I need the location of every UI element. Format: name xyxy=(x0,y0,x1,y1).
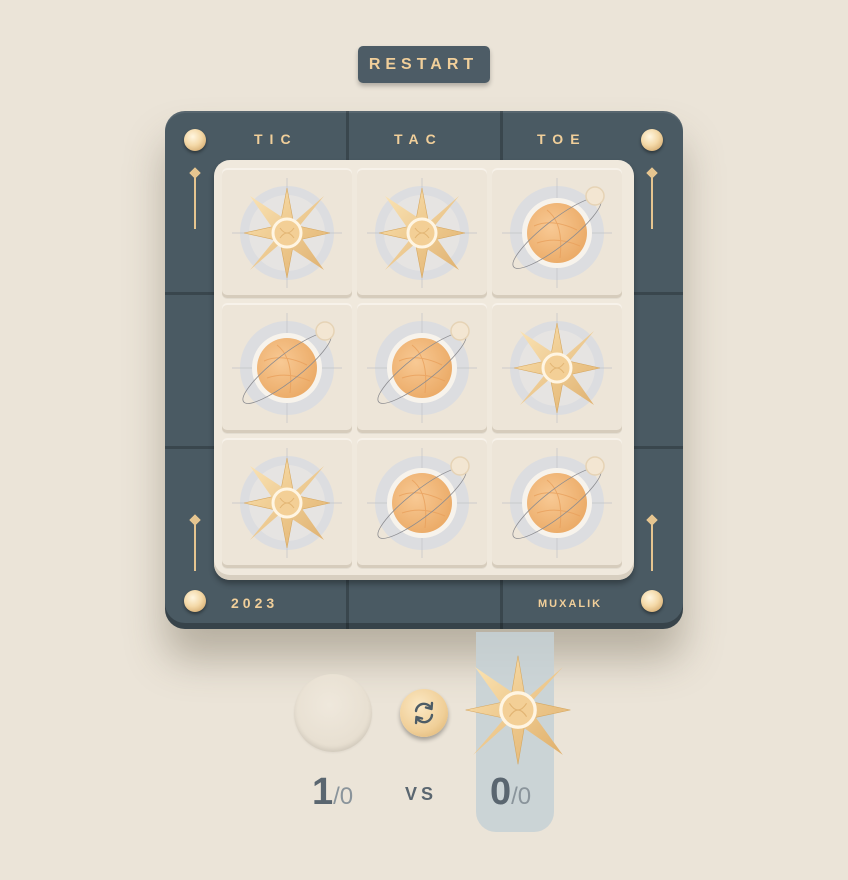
ornament-line xyxy=(651,169,653,229)
frame-seam xyxy=(633,446,683,449)
cell[interactable] xyxy=(222,303,352,433)
swap-arrows-icon xyxy=(414,701,434,725)
planet-icon xyxy=(367,448,477,558)
cell[interactable] xyxy=(357,438,487,568)
score-x-total: /0 xyxy=(511,783,532,810)
cell[interactable] xyxy=(222,168,352,298)
cell[interactable] xyxy=(492,168,622,298)
game-board xyxy=(214,160,634,580)
versus-label: VS xyxy=(405,784,438,804)
frame-seam xyxy=(346,579,349,629)
score-x: 0/0 xyxy=(490,771,531,814)
frame-seam xyxy=(165,292,215,295)
frame-label-toe: TOE xyxy=(537,131,587,147)
frame-seam xyxy=(500,579,503,629)
star-compass-icon xyxy=(465,655,571,765)
cell[interactable] xyxy=(357,168,487,298)
score-o: 1/0 xyxy=(312,771,353,814)
score-o-total: /0 xyxy=(333,783,354,810)
player-x-token xyxy=(456,648,580,772)
frame-seam xyxy=(633,292,683,295)
score-x-wins: 0 xyxy=(490,771,512,813)
frame-label-tac: TAC xyxy=(394,131,443,147)
frame-label-author: MUXALIK xyxy=(538,598,603,610)
bolt-icon xyxy=(641,590,663,612)
ornament-line xyxy=(651,516,653,571)
cell[interactable] xyxy=(492,438,622,568)
star-compass-icon xyxy=(232,448,342,558)
frame-seam xyxy=(346,111,349,161)
star-compass-icon xyxy=(502,313,612,423)
bolt-icon xyxy=(641,129,663,151)
star-compass-icon xyxy=(232,178,342,288)
frame-label-tic: TIC xyxy=(254,131,298,147)
planet-icon xyxy=(367,313,477,423)
planet-icon xyxy=(232,313,342,423)
star-compass-icon xyxy=(367,178,477,288)
frame-seam xyxy=(165,446,215,449)
frame-seam xyxy=(500,111,503,161)
restart-button[interactable]: RESTART xyxy=(358,46,490,83)
cell[interactable] xyxy=(492,303,622,433)
frame-label-year: 2023 xyxy=(231,595,279,611)
player-o-token xyxy=(294,674,372,752)
cell[interactable] xyxy=(357,303,487,433)
swap-players-button[interactable] xyxy=(400,689,448,737)
score-o-wins: 1 xyxy=(312,771,334,813)
ornament-line xyxy=(194,169,196,229)
bolt-icon xyxy=(184,129,206,151)
planet-icon xyxy=(502,448,612,558)
bolt-icon xyxy=(184,590,206,612)
cell[interactable] xyxy=(222,438,352,568)
ornament-line xyxy=(194,516,196,571)
planet-icon xyxy=(502,178,612,288)
